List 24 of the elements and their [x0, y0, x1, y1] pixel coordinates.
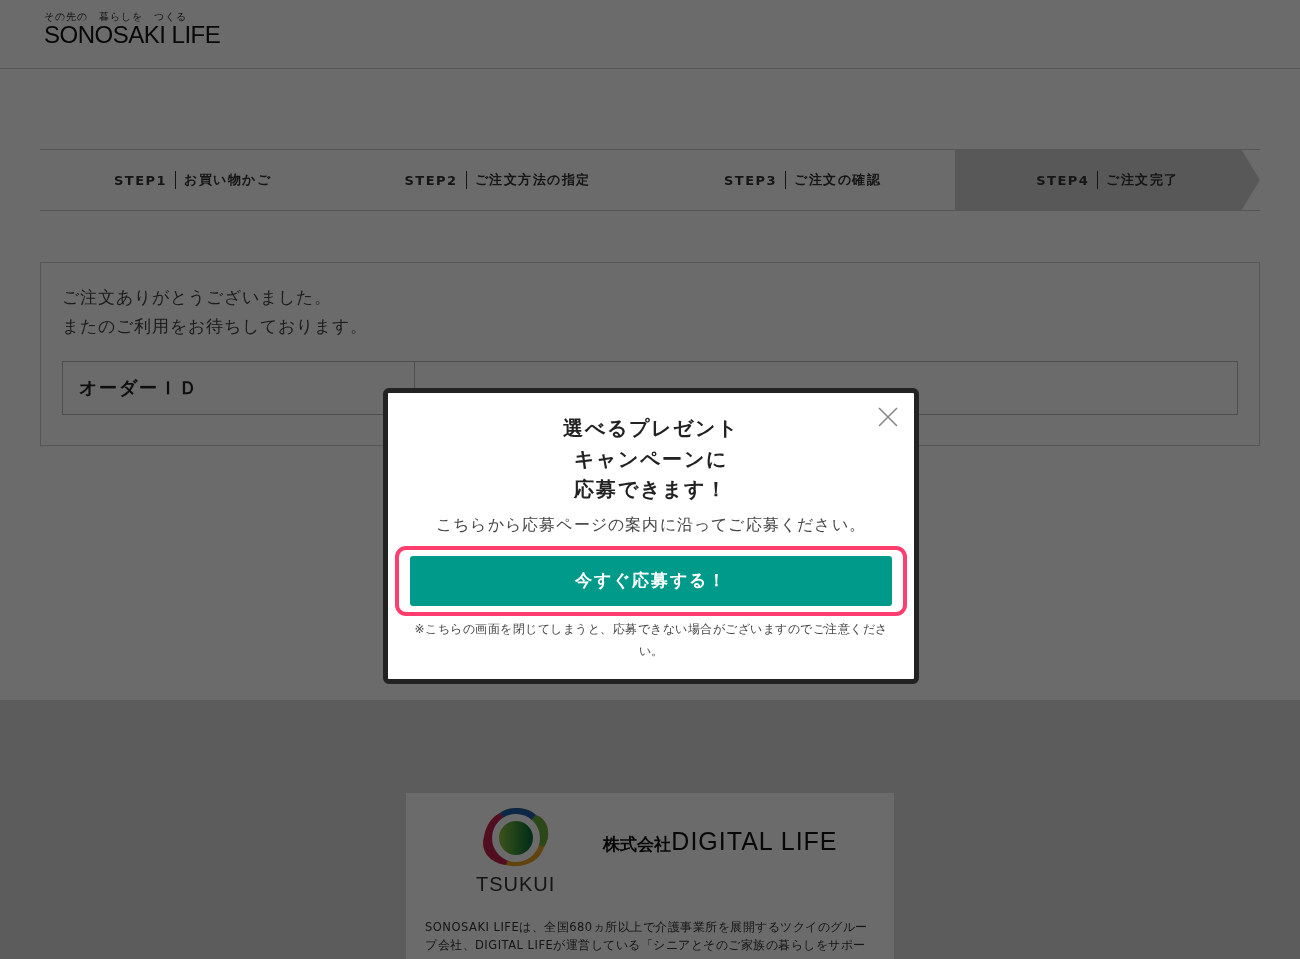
dialog-message: こちらから応募ページの案内に沿ってご応募ください。 — [436, 514, 866, 536]
step-label: ご注文完了 — [1106, 171, 1179, 189]
step-number: STEP3 — [723, 172, 778, 188]
dialog-title: 応募できます！ — [574, 476, 728, 503]
close-button[interactable] — [876, 405, 900, 429]
step-number: STEP2 — [404, 172, 458, 188]
dialog-title: 選べるプレゼント — [563, 415, 739, 442]
close-icon — [876, 405, 900, 429]
apply-button[interactable]: 今すぐ応募する！ — [410, 555, 892, 606]
company-prefix: 株式会社 — [603, 834, 672, 856]
brand-name: TSUKUI — [476, 873, 556, 896]
site-logo[interactable]: SONOSAKI LIFE — [44, 22, 1300, 48]
step-label: ご注文の確認 — [794, 171, 882, 189]
step-number: STEP1 — [113, 172, 168, 188]
step-number: STEP4 — [1036, 172, 1090, 188]
company-name: DIGITAL LIFE — [671, 827, 838, 856]
step-label: お買い物かご — [184, 171, 272, 189]
thanks-message: またのご利用をお待ちしております。 — [62, 315, 369, 338]
thanks-message: ご注文ありがとうございました。 — [62, 286, 333, 309]
company-description: SONOSAKI LIFEは、全国680ヵ所以上で介護事業所を展開するツクイのグループ会社、DIGITAL LIFEが運営している「シニアとそのご家族の暮らしをサポー — [425, 919, 869, 954]
step-label: ご注文方法の指定 — [474, 171, 591, 189]
logo-tagline: その先の 暮らしを つくる — [44, 11, 188, 22]
dialog-note: ※こちらの画面を閉じてしまうと、応募できない場合がございますのでご注意ください。 — [413, 620, 889, 660]
dialog-title: キャンペーンに — [574, 445, 728, 473]
